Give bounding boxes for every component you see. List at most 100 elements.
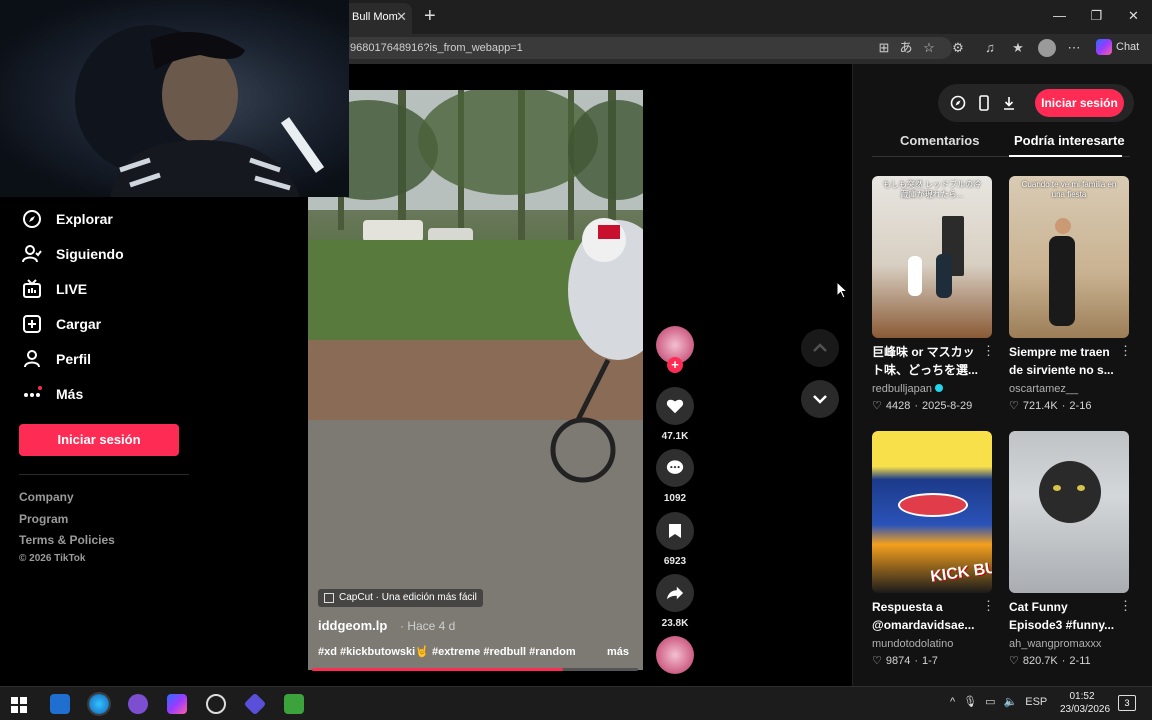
close-window-icon[interactable]: ✕	[1115, 0, 1152, 34]
sidebar-item-label: Cargar	[56, 316, 102, 332]
copilot-chat-button[interactable]: Chat	[1096, 39, 1139, 55]
recommendation-thumbnail[interactable]	[1009, 431, 1129, 593]
recommendation-thumbnail[interactable]: Cuando te ve mi familia en una fiesta	[1009, 176, 1129, 338]
music-disc-avatar[interactable]	[656, 636, 694, 674]
recommendation-meta: ♡ 4428 · 2025-8-29	[872, 399, 973, 413]
more-options-icon[interactable]: ⋮	[982, 598, 995, 614]
chevron-up-icon[interactable]: ^	[950, 696, 955, 708]
sidebar-item-perfil[interactable]: Perfil	[22, 349, 91, 369]
tab-comentarios[interactable]: Comentarios	[900, 133, 979, 148]
recommendation-thumbnail[interactable]: KICK BUTTOWSKI	[872, 431, 992, 593]
recommendation-thumbnail[interactable]: もしも突然 レッドブルの冷蔵庫が現れたら...	[872, 176, 992, 338]
recommendation-title[interactable]: 巨峰味 or マスカット味、どっちを選...	[872, 343, 980, 379]
recommendation-title[interactable]: Cat Funny Episode3 #funny...	[1009, 598, 1117, 634]
clock-time: 01:52	[1069, 691, 1095, 702]
notification-center-icon[interactable]: 3	[1118, 695, 1136, 711]
follow-plus-icon[interactable]: +	[667, 357, 683, 373]
bookmark-icon	[669, 524, 681, 538]
window-controls: — ❐ ✕	[1041, 0, 1152, 34]
video-frame-image	[308, 90, 643, 670]
more-link[interactable]: más	[607, 646, 629, 658]
login-button-header[interactable]: Iniciar sesión	[1035, 89, 1124, 117]
favorite-star-icon[interactable]: ☆	[921, 40, 937, 56]
taskbar-clock[interactable]: 01:52 23/03/2026	[1060, 690, 1110, 716]
close-tab-icon[interactable]: ✕	[396, 9, 407, 25]
footer-link-company[interactable]: Company	[19, 490, 74, 504]
save-count: 6923	[663, 556, 687, 567]
sidebar-item-label: Perfil	[56, 351, 92, 367]
footer-link-terms[interactable]: Terms & Policies	[19, 533, 115, 547]
recommendation-likes: 721.4K	[1022, 399, 1058, 412]
recommendation-user[interactable]: mundotodolatino	[872, 638, 992, 650]
edge-browser-icon[interactable]	[87, 692, 111, 716]
profile-avatar-icon[interactable]	[1038, 39, 1056, 57]
login-button-sidebar[interactable]: Iniciar sesión	[19, 424, 179, 456]
windows-start-icon[interactable]	[11, 697, 27, 713]
footer-link-program[interactable]: Program	[19, 512, 68, 526]
recommendation-title[interactable]: Respuesta a @omardavidsae...	[872, 598, 980, 634]
copyright: © 2026 TikTok	[19, 553, 86, 564]
more-options-icon[interactable]: ⋮	[982, 343, 995, 359]
capcut-badge[interactable]: CapCut · Una edición más fácil	[318, 589, 483, 607]
more-options-icon[interactable]: ⋮	[1119, 343, 1132, 359]
video-player[interactable]	[308, 90, 643, 670]
heart-icon	[666, 399, 684, 414]
compass-icon	[23, 210, 41, 228]
recommendation-user[interactable]: oscartamez__	[1009, 383, 1129, 395]
language-indicator[interactable]: ESP	[1025, 696, 1047, 708]
capcut-icon	[324, 593, 334, 603]
video-author[interactable]: iddgeom.lp	[318, 618, 387, 633]
translate-icon[interactable]: あ	[898, 40, 914, 56]
chevron-down-icon	[813, 395, 827, 404]
sidebar-item-siguiendo[interactable]: Siguiendo	[22, 244, 124, 264]
microphone-icon[interactable]: 🎙	[963, 695, 977, 708]
settings-dots-icon[interactable]: ⋯	[1066, 40, 1082, 56]
sidebar-item-cargar[interactable]: Cargar	[22, 314, 101, 334]
recommendation-date: 1-7	[922, 654, 938, 667]
previous-video-button[interactable]	[801, 329, 839, 367]
video-progress-fill	[312, 668, 564, 671]
minimize-icon[interactable]: —	[1041, 0, 1078, 34]
recommendation-title[interactable]: Siempre me traen de sirviente no s...	[1009, 343, 1117, 379]
share-button[interactable]	[656, 574, 694, 612]
minecraft-icon[interactable]	[284, 694, 304, 714]
discord-icon[interactable]	[128, 694, 148, 714]
sidebar-item-mas[interactable]: Más	[22, 384, 83, 404]
next-video-button[interactable]	[801, 380, 839, 418]
url-field[interactable]: 968017648916?is_from_webapp=1	[340, 37, 952, 59]
save-button[interactable]	[656, 512, 694, 550]
live-tv-icon	[23, 279, 41, 298]
restore-icon[interactable]: ❐	[1078, 0, 1115, 34]
network-icon[interactable]: ▭	[985, 695, 995, 708]
app-available-icon[interactable]: ⊞	[876, 40, 892, 56]
copilot-taskbar-icon[interactable]	[167, 694, 187, 714]
more-options-icon[interactable]: ⋮	[1119, 598, 1132, 614]
new-tab-button[interactable]: +	[424, 5, 436, 28]
chevron-up-icon	[813, 343, 827, 352]
comment-icon	[666, 460, 684, 474]
sidebar-item-live[interactable]: LIVE	[22, 279, 87, 299]
recommendation-meta: ♡ 820.7K · 2-11	[1009, 654, 1091, 668]
mobile-icon[interactable]	[976, 95, 992, 111]
favorites-icon[interactable]: ★	[1010, 40, 1026, 56]
compass-small-icon[interactable]	[950, 95, 966, 111]
extensions-icon[interactable]: ⚙	[950, 40, 966, 56]
sidebar-item-explorar[interactable]: Explorar	[22, 209, 113, 229]
recommendation-user[interactable]: redbulljapan	[872, 383, 992, 395]
volume-icon[interactable]: 🔈	[1004, 695, 1018, 708]
media-icon[interactable]: ♫	[982, 40, 998, 56]
user-follow-icon	[22, 245, 42, 263]
thumbnail-caption: Cuando te ve mi familia en una fiesta	[1021, 180, 1117, 199]
outlook-icon[interactable]	[50, 694, 70, 714]
download-icon[interactable]	[1001, 95, 1017, 111]
sidebar-item-label: Explorar	[56, 211, 113, 227]
recommendation-user[interactable]: ah_wangpromaxxx	[1009, 638, 1129, 650]
thumbnail-caption: もしも突然 レッドブルの冷蔵庫が現れたら...	[882, 180, 982, 199]
like-button[interactable]	[656, 387, 694, 425]
comment-button[interactable]	[656, 449, 694, 487]
tab-podria-interesarte[interactable]: Podría interesarte	[1014, 133, 1125, 148]
heart-outline-icon: ♡	[872, 400, 882, 412]
obs-icon[interactable]	[206, 694, 226, 714]
video-hashtags[interactable]: #xd #kickbutowski🤘 #extreme #redbull #ra…	[318, 645, 576, 658]
verified-badge-icon	[935, 384, 943, 392]
